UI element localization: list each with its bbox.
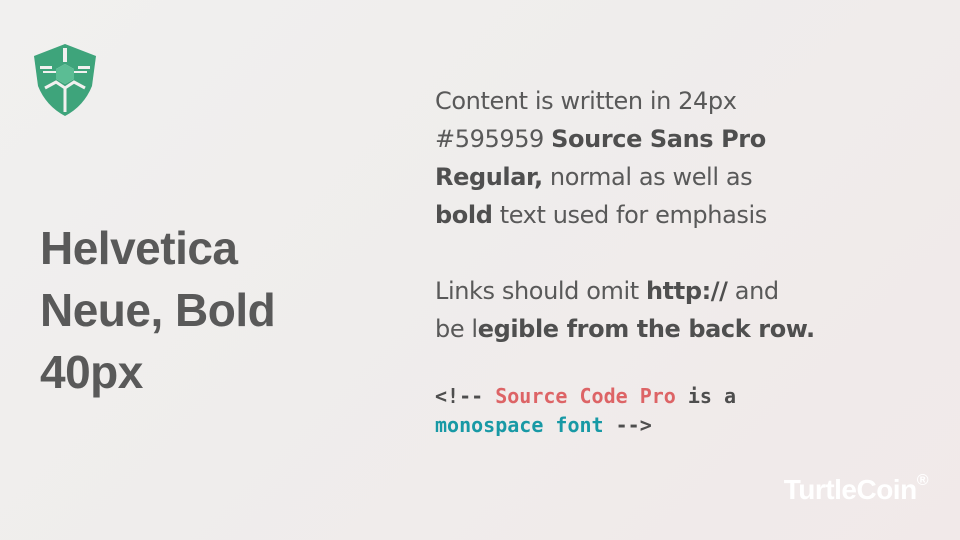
content-line-6: be legible from the back row. bbox=[435, 310, 935, 348]
content-text-segment: and bbox=[727, 277, 779, 305]
code-highlight-red: Source Code Pro bbox=[495, 384, 676, 408]
content-text: Content is written in 24px #595959 Sourc… bbox=[435, 82, 935, 348]
headline-line-1: Helvetica bbox=[40, 222, 238, 274]
content-text-segment: normal as well as bbox=[542, 163, 753, 191]
content-text-segment: text used for emphasis bbox=[492, 201, 768, 229]
bold-text-segment: bold bbox=[435, 201, 493, 229]
headline: Helvetica Neue, Bold 40px bbox=[40, 217, 400, 403]
code-line-2: monospace font --> bbox=[435, 411, 935, 440]
code-highlight-teal: monospace font bbox=[435, 413, 604, 437]
bold-text-segment: Source Sans Pro bbox=[551, 125, 766, 153]
headline-line-3: 40px bbox=[40, 346, 143, 398]
registered-mark: ® bbox=[916, 471, 929, 489]
code-comment-open: <!-- bbox=[435, 384, 496, 408]
turtle-shell-shield-icon bbox=[34, 44, 96, 116]
content-text-segment: Links should omit bbox=[435, 277, 646, 305]
content-line-3: Regular, normal as well as bbox=[435, 158, 935, 196]
content-line-2: #595959 Source Sans Pro bbox=[435, 120, 935, 158]
brand-wordmark: TurtleCoin® bbox=[783, 471, 929, 506]
content-line-1: Content is written in 24px bbox=[435, 82, 935, 120]
code-text: is a bbox=[675, 384, 737, 408]
bold-text-segment: Regular, bbox=[435, 163, 543, 191]
code-sample: <!-- Source Code Pro is a monospace font… bbox=[435, 382, 935, 440]
bold-text-segment: http:// bbox=[646, 277, 728, 305]
content-line-5: Links should omit http:// and bbox=[435, 272, 935, 310]
content-text-segment: #595959 bbox=[435, 125, 552, 153]
content-line-4: bold text used for emphasis bbox=[435, 196, 935, 234]
code-comment-close: --> bbox=[603, 413, 652, 437]
content-text-segment: be l bbox=[435, 315, 478, 343]
headline-line-2: Neue, Bold bbox=[40, 284, 276, 336]
bold-text-segment: egible from the back row. bbox=[477, 315, 815, 343]
content-text-segment: Content is written in 24px bbox=[435, 87, 737, 115]
code-line-1: <!-- Source Code Pro is a bbox=[435, 382, 935, 411]
brand-name: TurtleCoin bbox=[783, 474, 917, 505]
